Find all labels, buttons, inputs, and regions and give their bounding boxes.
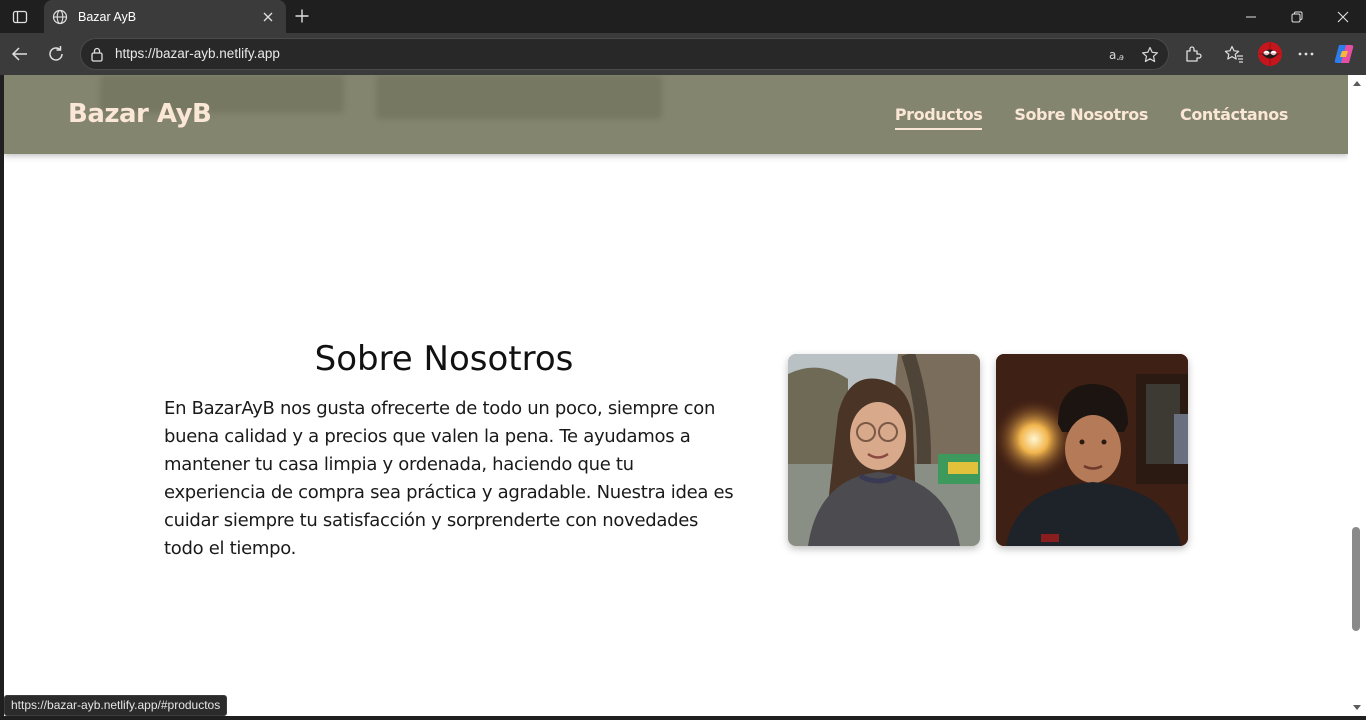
puzzle-icon[interactable] [1179,40,1207,68]
copilot-icon[interactable] [1330,40,1358,68]
team-photo-man [996,354,1188,546]
globe-icon [52,9,68,25]
link-status-bubble: https://bazar-ayb.netlify.app/#productos [4,695,228,716]
close-icon[interactable] [258,7,278,27]
close-icon[interactable] [1320,0,1366,33]
scroll-thumb[interactable] [1352,527,1360,631]
svg-text:ꭿ: ꭿ [1117,50,1124,63]
scroll-up-icon[interactable] [1353,81,1361,86]
page-scrollbar[interactable] [1348,75,1366,716]
team-photo-woman [788,354,980,546]
nav-link-sobre-nosotros[interactable]: Sobre Nosotros [1014,105,1148,130]
site-header: Bazar AyB Productos Sobre Nosotros Contá… [4,75,1348,154]
tab-bar: Bazar AyB [0,0,1366,33]
back-arrow-icon[interactable] [6,40,34,68]
browser-tab[interactable]: Bazar AyB [44,0,286,33]
tab-actions-icon[interactable] [6,4,34,30]
section-title: Sobre Nosotros [314,339,574,379]
plus-icon[interactable] [290,4,314,28]
star-icon[interactable] [1139,44,1161,66]
url-text[interactable]: https://bazar-ayb.netlify.app [115,46,280,61]
favorites-icon[interactable] [1220,40,1248,68]
nav-link-contactanos[interactable]: Contáctanos [1180,105,1288,130]
svg-text:a: a [1109,48,1116,62]
more-icon[interactable] [1292,40,1320,68]
avatar[interactable] [1256,40,1284,68]
scroll-down-icon[interactable] [1353,705,1361,710]
address-bar[interactable]: https://bazar-ayb.netlify.app aꭿ [80,38,1169,70]
about-description: En BazarAyB nos gusta ofrecerte de todo … [164,398,734,559]
site-logo[interactable]: Bazar AyB [68,99,212,129]
refresh-icon[interactable] [42,40,70,68]
restore-icon[interactable] [1274,0,1320,33]
tab-title: Bazar AyB [78,9,137,24]
translate-icon[interactable]: aꭿ [1107,44,1129,66]
header-scroll-shadow [376,75,662,119]
main-nav: Productos Sobre Nosotros Contáctanos [894,105,1288,130]
browser-toolbar: https://bazar-ayb.netlify.app aꭿ [0,33,1366,75]
nav-link-productos[interactable]: Productos [894,105,983,130]
page-viewport: Bazar AyB Productos Sobre Nosotros Contá… [4,75,1348,716]
minimize-icon[interactable] [1228,0,1274,33]
lock-icon[interactable] [89,46,105,62]
